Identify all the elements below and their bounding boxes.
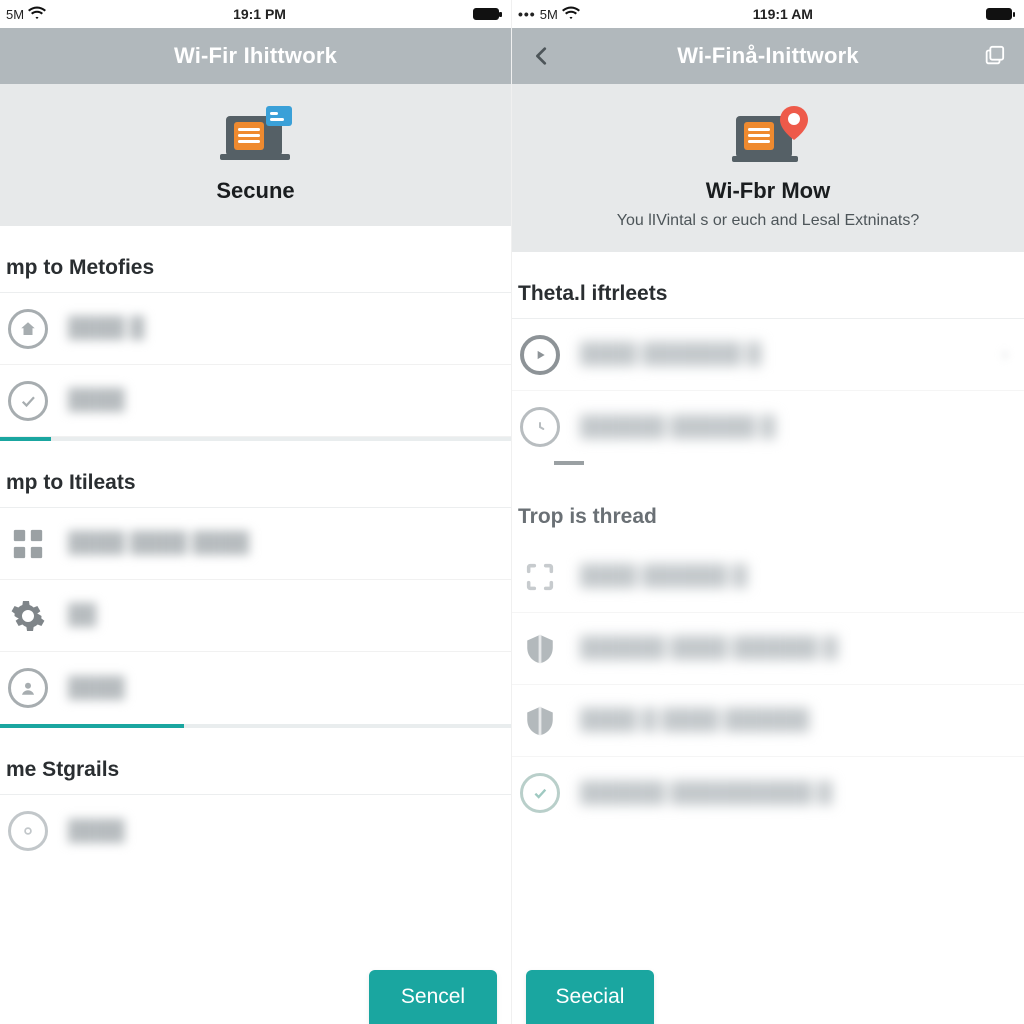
check-circle-icon [6,379,50,423]
section-header: Trop is thread [512,467,1024,541]
shield-icon [518,627,562,671]
primary-button[interactable]: Sencel [369,970,497,1024]
list-item[interactable]: ████ [0,652,511,724]
section-header: mp to Metofies [0,226,511,292]
row-label: ████ [68,820,125,843]
list-item[interactable]: ██████ ██████ █ [512,391,1024,463]
list-item[interactable]: ██ [0,580,511,652]
hero-title: Secune [16,178,495,204]
play-circle-icon [518,333,562,377]
list-item[interactable]: ██████ ██████████ █ [512,757,1024,829]
row-label: ██ [68,604,96,627]
row-label: ████ [68,677,125,700]
hero-icon [220,102,292,166]
clock-label: 119:1 AM [753,6,813,22]
primary-button[interactable]: Seecial [526,970,654,1024]
status-bar: ••• 5M 119:1 AM [512,0,1024,28]
section-header: me Stgrails [0,728,511,794]
primary-button-label: Seecial [556,985,625,1009]
wifi-icon [28,6,46,23]
nav-title: Wi-Fir Ihittwork [174,43,337,69]
list-item[interactable]: ████ ████ ████ [0,508,511,580]
row-label: ████ █ [68,317,144,340]
progress-bar [0,437,511,441]
hero-icon [732,102,804,166]
clock-label: 19:1 PM [233,6,286,22]
section-header: mp to Itileats [0,441,511,507]
battery-icon [473,8,499,20]
hero-subtitle: You lIVintal s or euch and Lesal Extnina… [528,212,1008,230]
primary-button-label: Sencel [401,985,465,1009]
progress-bar [0,724,511,728]
list-item[interactable]: ████ [0,365,511,437]
section-header: Theta.l iftrleets [512,252,1024,318]
list-item[interactable]: ████ ███████ █ › [512,319,1024,391]
nav-title: Wi-Finå-Inittwork [677,43,859,69]
row-label: ████ [68,389,125,412]
share-button[interactable] [974,28,1014,84]
target-icon [6,809,50,853]
row-label: ████ █ ████ ██████ [580,709,809,732]
list-item[interactable]: ████ █ [0,293,511,365]
carrier-label: 5M [540,7,558,22]
signal-dots-icon: ••• [518,6,536,22]
hero-title: Wi-Fbr Mow [528,178,1008,204]
wifi-icon [562,6,580,23]
list-item[interactable]: ████ ██████ █ [512,541,1024,613]
status-bar: 5M 19:1 PM [0,0,511,28]
screen-left: 5M 19:1 PM Wi-Fir Ihittwork [0,0,512,1024]
battery-icon [986,8,1012,20]
back-button[interactable] [522,28,562,84]
nav-bar: Wi-Fir Ihittwork [0,28,511,84]
user-circle-icon [6,666,50,710]
nav-bar: Wi-Finå-Inittwork [512,28,1024,84]
row-label: ████ ██████ █ [580,565,747,588]
row-label: ████ ████ ████ [68,532,249,555]
list-item[interactable]: ████ █ ████ ██████ [512,685,1024,757]
scan-icon [518,555,562,599]
carrier-label: 5M [6,7,24,22]
grid-icon [6,522,50,566]
check-badge-icon [518,771,562,815]
hero-card: Secune [0,84,511,226]
row-label: ████ ███████ █ [580,343,761,366]
shield-icon [518,699,562,743]
screen-right: ••• 5M 119:1 AM Wi-Finå-Inittwork [512,0,1024,1024]
list-item[interactable]: ██████ ████ ██████ █ [512,613,1024,685]
progress-tick [554,461,584,465]
hero-card: Wi-Fbr Mow You lIVintal s or euch and Le… [512,84,1024,252]
list-item[interactable]: ████ [0,795,511,867]
clock-circle-icon [518,405,562,449]
chevron-right-icon: › [1002,344,1008,365]
row-label: ██████ ██████████ █ [580,782,832,805]
gear-icon [6,594,50,638]
home-circle-icon [6,307,50,351]
row-label: ██████ ████ ██████ █ [580,637,838,660]
row-label: ██████ ██████ █ [580,416,775,439]
